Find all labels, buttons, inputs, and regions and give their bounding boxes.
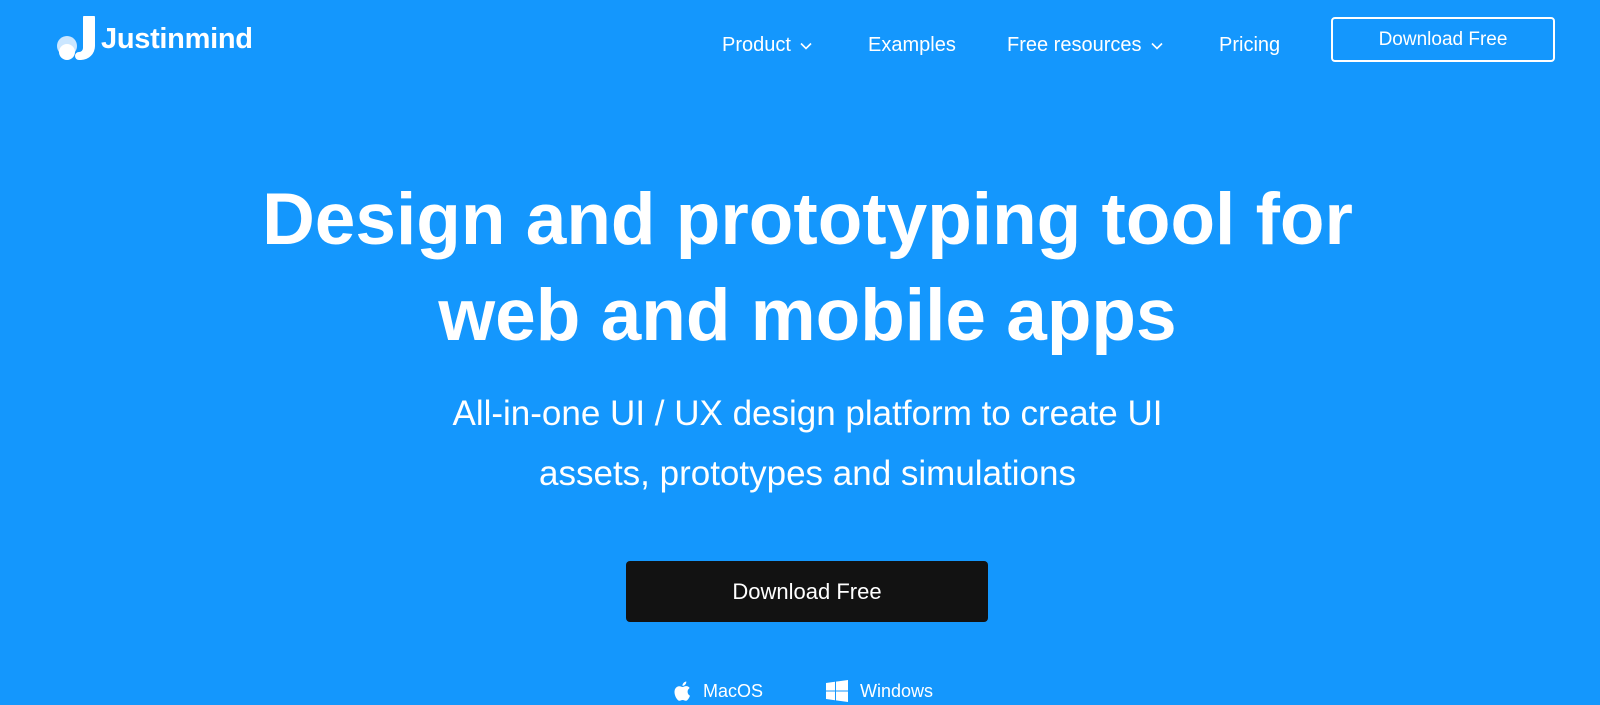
nav-item-free-resources[interactable]: Free resources (1007, 30, 1164, 60)
hero-title-line: web and mobile apps (438, 275, 1177, 356)
hero-title-line: Design and prototyping tool for (262, 179, 1353, 260)
hero-download-button[interactable]: Download Free (626, 561, 988, 622)
windows-icon (826, 680, 848, 702)
nav-item-label: Examples (868, 33, 956, 56)
nav-item-examples[interactable]: Examples (868, 30, 956, 60)
hero-subtitle-line: assets, prototypes and simulations (539, 454, 1076, 493)
hero-subtitle-line: All-in-one UI / UX design platform to cr… (452, 394, 1163, 433)
platform-macos[interactable]: MacOS (673, 680, 763, 702)
hero-title: Design and prototyping tool for web and … (0, 172, 1600, 364)
hero-subtitle: All-in-one UI / UX design platform to cr… (0, 384, 1600, 504)
site-header: Justinmind Product Examples Free resourc… (0, 0, 1600, 90)
platform-label: MacOS (703, 680, 764, 701)
chevron-down-icon (1150, 42, 1163, 50)
platform-windows[interactable]: Windows (826, 680, 933, 702)
apple-icon (674, 681, 690, 701)
nav-item-label: Product (722, 33, 791, 56)
nav-item-label: Pricing (1219, 33, 1281, 56)
nav-item-product[interactable]: Product (722, 30, 813, 60)
nav-item-label: Free resources (1007, 33, 1142, 56)
platform-label: Windows (860, 680, 934, 701)
platform-list: MacOS Windows (0, 680, 1600, 705)
nav-item-pricing[interactable]: Pricing (1219, 30, 1280, 60)
header-download-button[interactable]: Download Free (1331, 17, 1555, 62)
chevron-down-icon (800, 42, 812, 50)
